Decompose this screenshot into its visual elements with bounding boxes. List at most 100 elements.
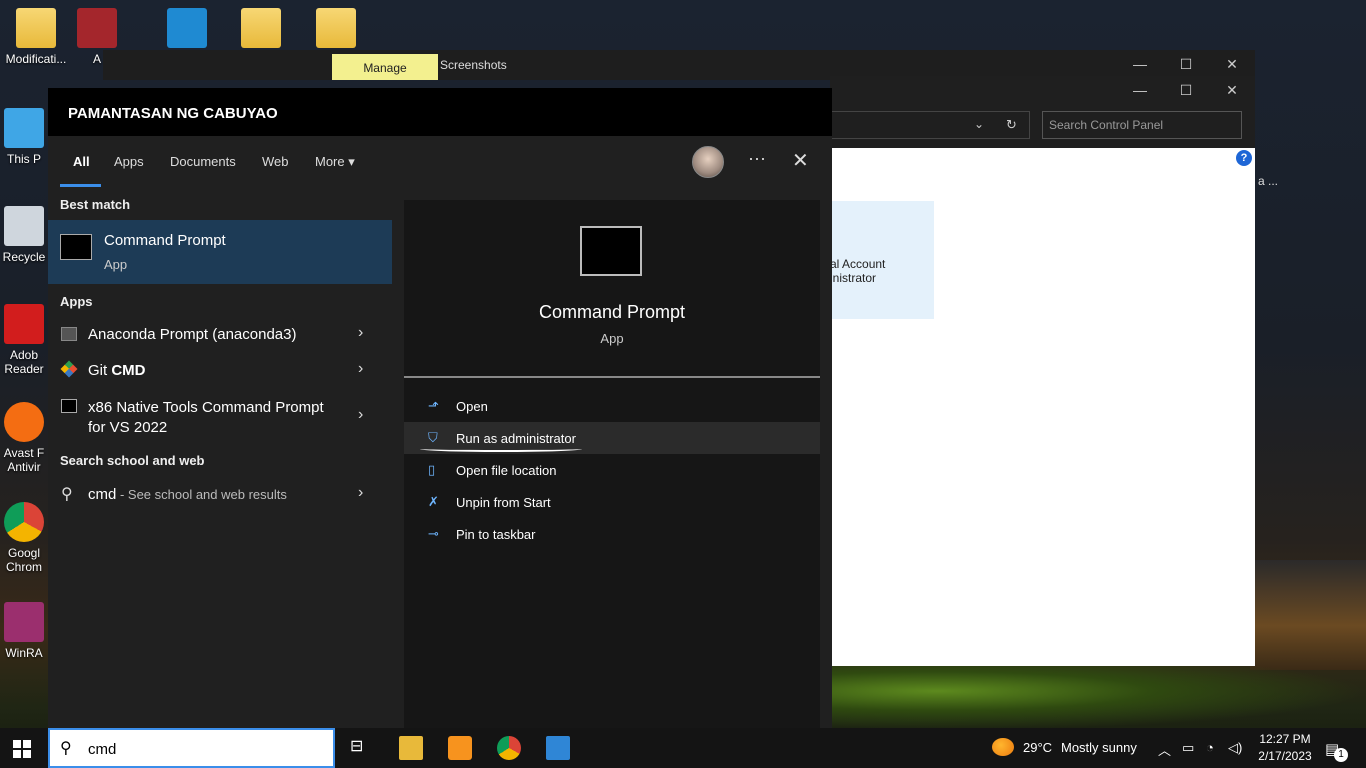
taskbar-search-box[interactable]: ⚲ cmd xyxy=(48,728,335,768)
terminal-icon xyxy=(61,399,77,413)
best-match-header: Best match xyxy=(60,197,131,212)
search-icon: ⚲ xyxy=(60,740,72,757)
chevron-right-icon[interactable]: › xyxy=(358,324,363,342)
battery-icon[interactable]: ▭ xyxy=(1182,740,1194,756)
divider xyxy=(404,376,820,378)
maximize-icon[interactable]: ☐ xyxy=(1163,76,1209,106)
folder-icon xyxy=(16,8,56,48)
desktop-icon-avast[interactable]: Avast F Antivir xyxy=(0,402,48,474)
file-explorer-icon[interactable] xyxy=(399,736,423,760)
wifi-icon[interactable]: ◔ xyxy=(1206,740,1214,755)
wallpaper-glow xyxy=(830,665,1366,730)
weather-icon[interactable] xyxy=(992,738,1014,756)
action-pin-to-taskbar[interactable]: ⊸ Pin to taskbar xyxy=(404,518,820,550)
weather-desc[interactable]: Mostly sunny xyxy=(1061,740,1137,755)
more-options-icon[interactable]: ··· xyxy=(748,148,766,169)
refresh-icon[interactable]: ↻ xyxy=(1006,117,1017,133)
detail-pane: Command Prompt App ⬏ Open ⛉ Run as admin… xyxy=(404,200,820,729)
list-item-anaconda[interactable]: Anaconda Prompt (anaconda3) › xyxy=(48,316,392,352)
detail-title: Command Prompt xyxy=(538,302,686,322)
list-item-web-search[interactable]: ⚲ cmd - See school and web results › xyxy=(48,476,392,512)
desktop-icon-winrar[interactable]: WinRA xyxy=(0,602,48,660)
windows-start-icon[interactable] xyxy=(13,740,31,758)
desktop-icon-folder-2[interactable] xyxy=(225,8,297,52)
chevron-right-icon[interactable]: › xyxy=(358,360,363,378)
close-icon[interactable]: ✕ xyxy=(792,148,809,173)
shield-icon: ⛉ xyxy=(428,430,438,445)
help-icon[interactable]: ? xyxy=(1236,150,1252,166)
notification-badge: 1 xyxy=(1334,748,1348,762)
apps-header: Apps xyxy=(60,294,93,309)
taskbar-search-input[interactable]: cmd xyxy=(88,741,116,758)
chrome-icon xyxy=(4,502,44,542)
computer-icon xyxy=(4,108,44,148)
chevron-down-icon[interactable]: ⌄ xyxy=(974,117,984,131)
unpin-icon: ✗ xyxy=(428,494,439,509)
tab-manage[interactable]: Manage xyxy=(332,54,438,80)
search-web-header: Search school and web xyxy=(60,453,205,468)
start-search-panel: PAMANTASAN NG CABUYAO All Apps Documents… xyxy=(48,88,832,729)
vscode-icon xyxy=(167,8,207,48)
tab-underline xyxy=(60,184,101,187)
folder-icon xyxy=(316,8,356,48)
avast-icon xyxy=(4,402,44,442)
adobe-reader-icon xyxy=(4,304,44,344)
action-open[interactable]: ⬏ Open xyxy=(404,390,820,422)
desktop-icon-chrome[interactable]: Googl Chrom xyxy=(0,502,48,574)
avatar[interactable] xyxy=(692,146,724,178)
chrome-icon[interactable] xyxy=(497,736,521,760)
explorer-title: Screenshots xyxy=(440,58,507,72)
chevron-right-icon[interactable]: › xyxy=(358,484,363,502)
chevron-up-icon[interactable]: ︿ xyxy=(1158,740,1171,759)
close-icon[interactable]: ✕ xyxy=(1209,76,1255,106)
folder-icon xyxy=(241,8,281,48)
recycle-bin-icon xyxy=(4,206,44,246)
action-unpin-from-start[interactable]: ✗ Unpin from Start xyxy=(404,486,820,518)
tab-all[interactable]: All xyxy=(73,154,90,169)
xampp-icon[interactable] xyxy=(448,736,472,760)
org-name: PAMANTASAN NG CABUYAO xyxy=(48,88,832,136)
caret-down-icon: ▾ xyxy=(348,154,355,169)
weather-temp[interactable]: 29°C xyxy=(1023,740,1052,755)
task-view-icon[interactable]: ⊟ xyxy=(350,736,374,760)
control-panel-titlebar[interactable]: — ☐ ✕ xyxy=(830,76,1255,104)
clock[interactable]: 12:27 PM 2/17/2023 xyxy=(1250,731,1320,765)
pin-icon: ⊸ xyxy=(428,526,439,541)
control-panel-search[interactable]: Search Control Panel xyxy=(1042,111,1242,139)
search-icon: ⚲ xyxy=(61,486,73,503)
user-account-tile[interactable]: al Account inistrator xyxy=(830,201,934,319)
control-panel-content: al Account inistrator xyxy=(830,148,1255,666)
command-prompt-large-icon xyxy=(580,226,642,276)
volume-icon[interactable]: ◁) xyxy=(1228,740,1242,756)
action-open-file-location[interactable]: ▯ Open file location xyxy=(404,454,820,486)
list-item-x86-tools[interactable]: x86 Native Tools Command Prompt for VS 2… xyxy=(48,388,392,444)
desktop-icon-this-pc[interactable]: This P xyxy=(0,108,48,166)
desktop-icon-folder[interactable]: Modificati... xyxy=(0,8,72,66)
desktop-icon-recycle[interactable]: Recycle xyxy=(0,206,48,264)
address-bar[interactable]: ⌄ ↻ xyxy=(830,111,1030,139)
search-tabs: All Apps Documents Web More ▾ ··· ✕ xyxy=(48,136,832,188)
list-item-git-cmd[interactable]: Git CMD › xyxy=(48,352,392,388)
best-match-item[interactable]: Command Prompt App xyxy=(48,220,392,284)
file-location-icon: ▯ xyxy=(428,462,436,477)
tab-documents[interactable]: Documents xyxy=(170,154,236,169)
control-panel-icon[interactable] xyxy=(546,736,570,760)
git-icon xyxy=(60,360,78,378)
action-run-as-admin[interactable]: ⛉ Run as administrator xyxy=(404,422,820,454)
results-list: Best match Command Prompt App Apps Anaco… xyxy=(48,188,392,729)
tab-apps[interactable]: Apps xyxy=(114,154,144,169)
minimize-icon[interactable]: — xyxy=(1117,76,1163,106)
edge-text: a ... xyxy=(1258,174,1279,188)
annotation-underline xyxy=(420,446,582,452)
desktop-icon-folder-3[interactable] xyxy=(300,8,372,52)
taskbar: ⚲ cmd ⊟ 29°C Mostly sunny ︿ ▭ ◔ ◁) 12:27… xyxy=(0,728,1366,768)
tab-web[interactable]: Web xyxy=(262,154,289,169)
desktop-icon-vscode[interactable] xyxy=(152,8,222,52)
open-icon: ⬏ xyxy=(428,398,439,413)
control-panel-window-controls: — ☐ ✕ xyxy=(1117,76,1255,106)
tab-more[interactable]: More ▾ xyxy=(315,154,355,170)
control-panel-window: — ☐ ✕ ⌄ ↻ Search Control Panel al Accoun… xyxy=(830,76,1255,666)
anaconda-prompt-icon xyxy=(61,327,77,341)
desktop-icon-adobe[interactable]: Adob Reader xyxy=(0,304,48,376)
chevron-right-icon[interactable]: › xyxy=(358,406,363,424)
